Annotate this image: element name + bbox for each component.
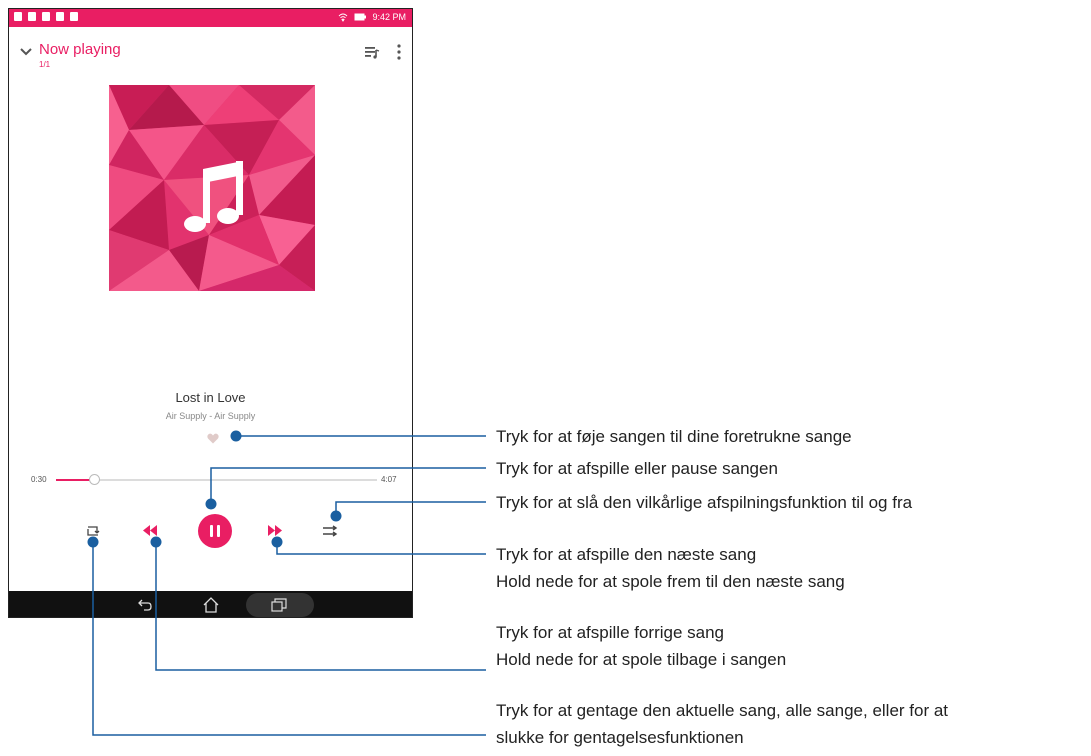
next-icon[interactable] xyxy=(268,525,282,536)
more-vert-icon[interactable] xyxy=(395,43,403,61)
shuffle-annotation: Tryk for at slå den vilkårlige afspilnin… xyxy=(496,493,913,512)
navigation-bar xyxy=(9,591,412,617)
wifi-icon xyxy=(339,13,348,22)
notification-icon xyxy=(14,12,22,21)
notification-icon xyxy=(56,12,64,21)
song-title: Lost in Love xyxy=(175,390,246,405)
previous-annotation: Tryk for at afspille forrige sang Hold ne… xyxy=(496,623,787,669)
next-annotation: Tryk for at afspille den næste sang Hold … xyxy=(496,545,845,591)
album-art xyxy=(109,85,315,291)
phone-screen: 9:42 PM Now playing 1/1 Lost in Love Air… xyxy=(8,8,413,618)
status-bar: 9:42 PM xyxy=(9,9,412,27)
artist-name: Air Supply - Air Supply xyxy=(165,411,256,421)
home-icon[interactable] xyxy=(201,595,221,615)
system-icons: 9:42 PM xyxy=(338,12,406,22)
seek-thumb[interactable] xyxy=(88,474,100,485)
status-time: 9:42 PM xyxy=(372,12,406,22)
repeat-annotation: Tryk for at gentage den aktuelle sang, a… xyxy=(496,701,949,747)
play-pause-annotation: Tryk for at afspille eller pause sangen xyxy=(496,459,778,478)
notification-icons xyxy=(14,12,78,21)
total-time: 4:07 xyxy=(381,475,397,484)
repeat-icon[interactable] xyxy=(86,524,100,538)
pause-icon xyxy=(217,525,220,537)
notification-icon xyxy=(70,12,78,21)
page-title: Now playing xyxy=(39,41,121,58)
pause-icon xyxy=(210,525,213,537)
previous-icon[interactable] xyxy=(143,525,157,536)
pause-button[interactable] xyxy=(198,514,232,548)
notification-icon xyxy=(42,12,50,21)
queue-icon[interactable] xyxy=(364,44,380,60)
elapsed-time: 0:30 xyxy=(31,475,47,484)
recent-apps-button[interactable] xyxy=(246,593,314,617)
seek-bar[interactable] xyxy=(56,479,377,481)
queue-count: 1/1 xyxy=(39,60,51,69)
notification-icon xyxy=(28,12,36,21)
shuffle-icon[interactable] xyxy=(322,524,338,538)
battery-icon xyxy=(354,13,367,21)
header: Now playing 1/1 xyxy=(9,27,412,75)
back-icon[interactable] xyxy=(136,596,154,614)
favorite-annotation: Tryk for at føje sangen til dine foretru… xyxy=(496,427,852,446)
heart-icon[interactable] xyxy=(207,433,219,444)
chevron-down-icon[interactable] xyxy=(18,43,34,59)
recent-apps-icon xyxy=(271,598,287,612)
